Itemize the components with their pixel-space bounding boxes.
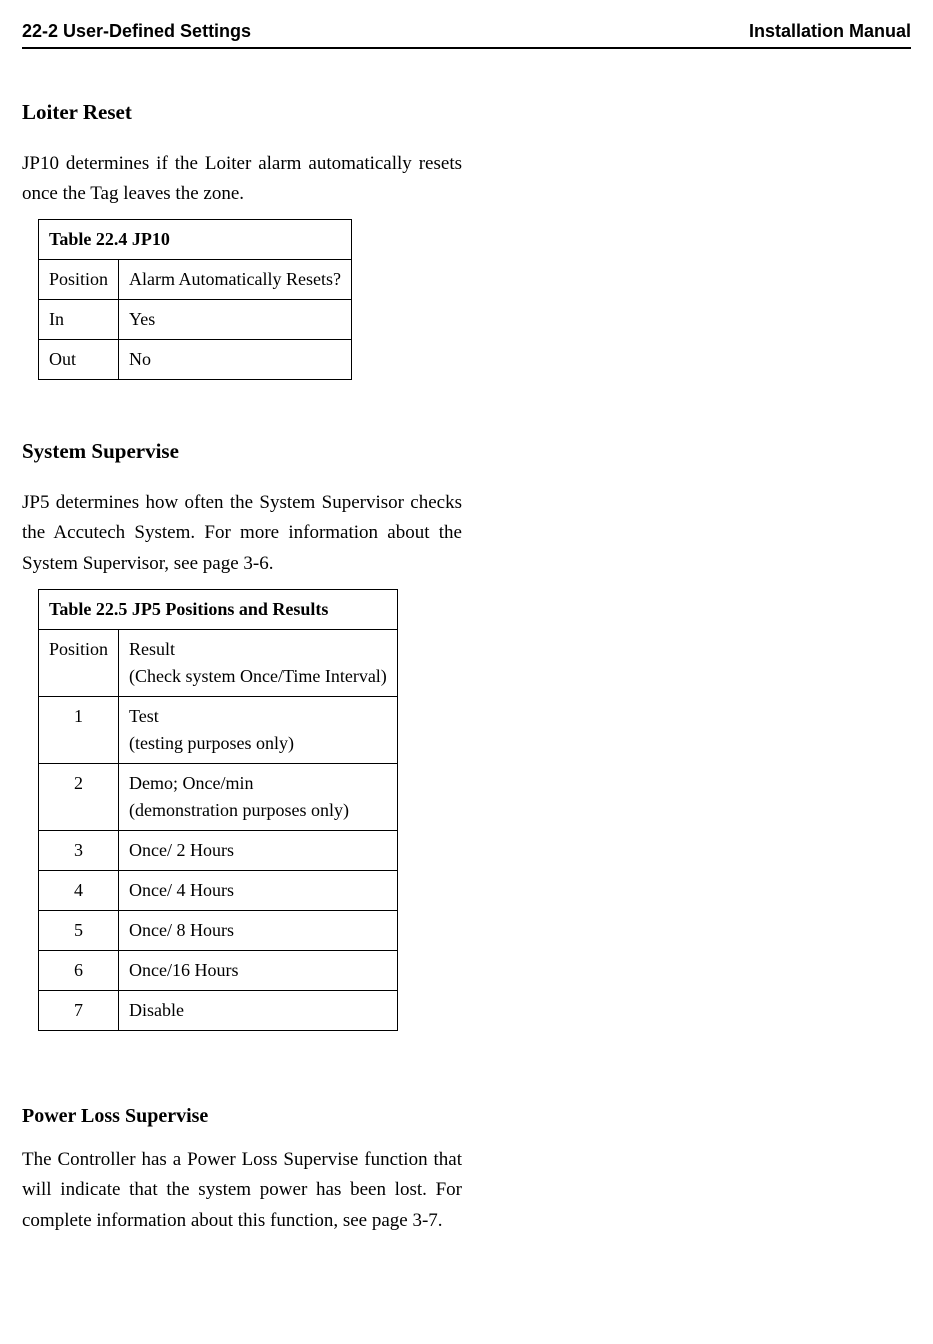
table-cell: Once/ 4 Hours <box>119 870 398 910</box>
table-cell: 3 <box>39 830 119 870</box>
table-cell: 7 <box>39 990 119 1030</box>
table-cell: No <box>119 340 352 380</box>
table-cell: In <box>39 300 119 340</box>
table-header-line1: Result <box>129 639 175 659</box>
table-row: Out No <box>39 340 352 380</box>
table-cell: 4 <box>39 870 119 910</box>
table-row: In Yes <box>39 300 352 340</box>
table-row: 6 Once/16 Hours <box>39 950 398 990</box>
table-header-cell: Alarm Automatically Resets? <box>119 260 352 300</box>
table-header-cell: Result (Check system Once/Time Interval) <box>119 629 398 696</box>
table-jp10: Table 22.4 JP10 Position Alarm Automatic… <box>38 219 352 380</box>
power-loss-heading: Power Loss Supervise <box>22 1101 462 1131</box>
table-cell-line2: (testing purposes only) <box>129 733 294 753</box>
table-row: Table 22.4 JP10 <box>39 220 352 260</box>
system-supervise-heading: System Supervise <box>22 436 462 468</box>
loiter-reset-body: JP10 determines if the Loiter alarm auto… <box>22 149 462 210</box>
table-cell: Demo; Once/min (demonstration purposes o… <box>119 763 398 830</box>
table-cell: Out <box>39 340 119 380</box>
table-cell: 2 <box>39 763 119 830</box>
table-cell: 1 <box>39 696 119 763</box>
page-header: 22-2 User-Defined Settings Installation … <box>22 18 911 49</box>
table-jp5: Table 22.5 JP5 Positions and Results Pos… <box>38 589 398 1031</box>
power-loss-body: The Controller has a Power Loss Supervis… <box>22 1145 462 1236</box>
table-row: Position Result (Check system Once/Time … <box>39 629 398 696</box>
table-cell-line1: Test <box>129 706 159 726</box>
header-right: Installation Manual <box>749 18 911 45</box>
table-row: 4 Once/ 4 Hours <box>39 870 398 910</box>
table-row: 3 Once/ 2 Hours <box>39 830 398 870</box>
table-caption: Table 22.5 JP5 Positions and Results <box>39 589 398 629</box>
table-cell: Once/ 2 Hours <box>119 830 398 870</box>
table-header-line2: (Check system Once/Time Interval) <box>129 666 387 686</box>
table-cell: 6 <box>39 950 119 990</box>
table-header-cell: Position <box>39 260 119 300</box>
table-cell: Once/16 Hours <box>119 950 398 990</box>
table-row: 7 Disable <box>39 990 398 1030</box>
table-cell-line1: Demo; Once/min <box>129 773 253 793</box>
table-row: Position Alarm Automatically Resets? <box>39 260 352 300</box>
system-supervise-body: JP5 determines how often the System Supe… <box>22 488 462 579</box>
table-cell: Disable <box>119 990 398 1030</box>
loiter-reset-heading: Loiter Reset <box>22 97 462 129</box>
table-row: 2 Demo; Once/min (demonstration purposes… <box>39 763 398 830</box>
header-left: 22-2 User-Defined Settings <box>22 18 251 45</box>
content-column: Loiter Reset JP10 determines if the Loit… <box>22 97 462 1236</box>
table-row: Table 22.5 JP5 Positions and Results <box>39 589 398 629</box>
table-caption: Table 22.4 JP10 <box>39 220 352 260</box>
table-cell: Yes <box>119 300 352 340</box>
table-header-cell: Position <box>39 629 119 696</box>
table-row: 5 Once/ 8 Hours <box>39 910 398 950</box>
table-row: 1 Test (testing purposes only) <box>39 696 398 763</box>
table-cell-line2: (demonstration purposes only) <box>129 800 349 820</box>
table-cell: Once/ 8 Hours <box>119 910 398 950</box>
table-cell: 5 <box>39 910 119 950</box>
table-cell: Test (testing purposes only) <box>119 696 398 763</box>
